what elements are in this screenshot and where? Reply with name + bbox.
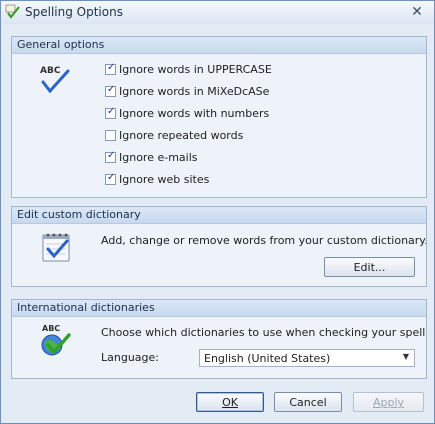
notepad-check-icon bbox=[42, 233, 70, 262]
svg-text:ABC: ABC bbox=[42, 324, 60, 333]
cancel-button[interactable]: Cancel bbox=[274, 392, 342, 412]
option-label: Ignore web sites bbox=[119, 173, 210, 186]
option-label: Ignore words with numbers bbox=[119, 107, 270, 120]
option-label: Ignore repeated words bbox=[119, 129, 244, 142]
international-description: Choose which dictionaries to use when ch… bbox=[101, 326, 427, 339]
general-options-header: General options bbox=[12, 37, 426, 54]
apply-button[interactable]: Apply bbox=[353, 392, 424, 412]
title-bar: Spelling Options ✕ bbox=[1, 1, 434, 24]
edit-button[interactable]: Edit... bbox=[324, 257, 415, 277]
ok-button[interactable]: OK bbox=[196, 392, 264, 412]
option-label: Ignore words in MiXeDcASe bbox=[119, 85, 270, 98]
abc-check-icon: ABC bbox=[40, 66, 70, 94]
language-value: English (United States) bbox=[204, 352, 331, 365]
spelling-options-window: Spelling Options ✕ General options ABC I… bbox=[0, 0, 435, 424]
globe-check-icon: ABC bbox=[41, 324, 71, 356]
chevron-down-icon: ▼ bbox=[402, 352, 409, 361]
checkbox-ignore-websites[interactable] bbox=[105, 172, 116, 185]
general-options-group: General options ABC Ignore words in UPPE… bbox=[11, 36, 427, 198]
checkbox-ignore-numbers[interactable] bbox=[105, 106, 116, 119]
language-select[interactable]: English (United States) ▼ bbox=[199, 349, 415, 367]
custom-dictionary-description: Add, change or remove words from your cu… bbox=[101, 234, 427, 247]
option-label: Ignore words in UPPERCASE bbox=[119, 63, 272, 76]
spell-check-icon bbox=[5, 4, 20, 19]
checkbox-ignore-repeated[interactable] bbox=[105, 130, 116, 141]
option-label: Ignore e-mails bbox=[119, 151, 198, 164]
custom-dictionary-group: Edit custom dictionary Add, change or re… bbox=[11, 206, 427, 287]
checkbox-ignore-emails[interactable] bbox=[105, 150, 116, 163]
checkbox-ignore-mixedcase[interactable] bbox=[105, 84, 116, 97]
international-dictionaries-group: International dictionaries ABC Choose wh… bbox=[11, 299, 427, 379]
close-icon: ✕ bbox=[411, 4, 423, 20]
apply-label: Apply bbox=[372, 396, 405, 409]
ok-label: OK bbox=[222, 396, 238, 409]
language-label: Language: bbox=[101, 351, 159, 364]
svg-text:ABC: ABC bbox=[40, 66, 61, 76]
window-title: Spelling Options bbox=[25, 5, 123, 19]
close-button[interactable]: ✕ bbox=[406, 3, 428, 21]
checkbox-ignore-uppercase[interactable] bbox=[105, 62, 116, 75]
custom-dictionary-header: Edit custom dictionary bbox=[12, 207, 426, 224]
international-dictionaries-header: International dictionaries bbox=[12, 300, 426, 317]
